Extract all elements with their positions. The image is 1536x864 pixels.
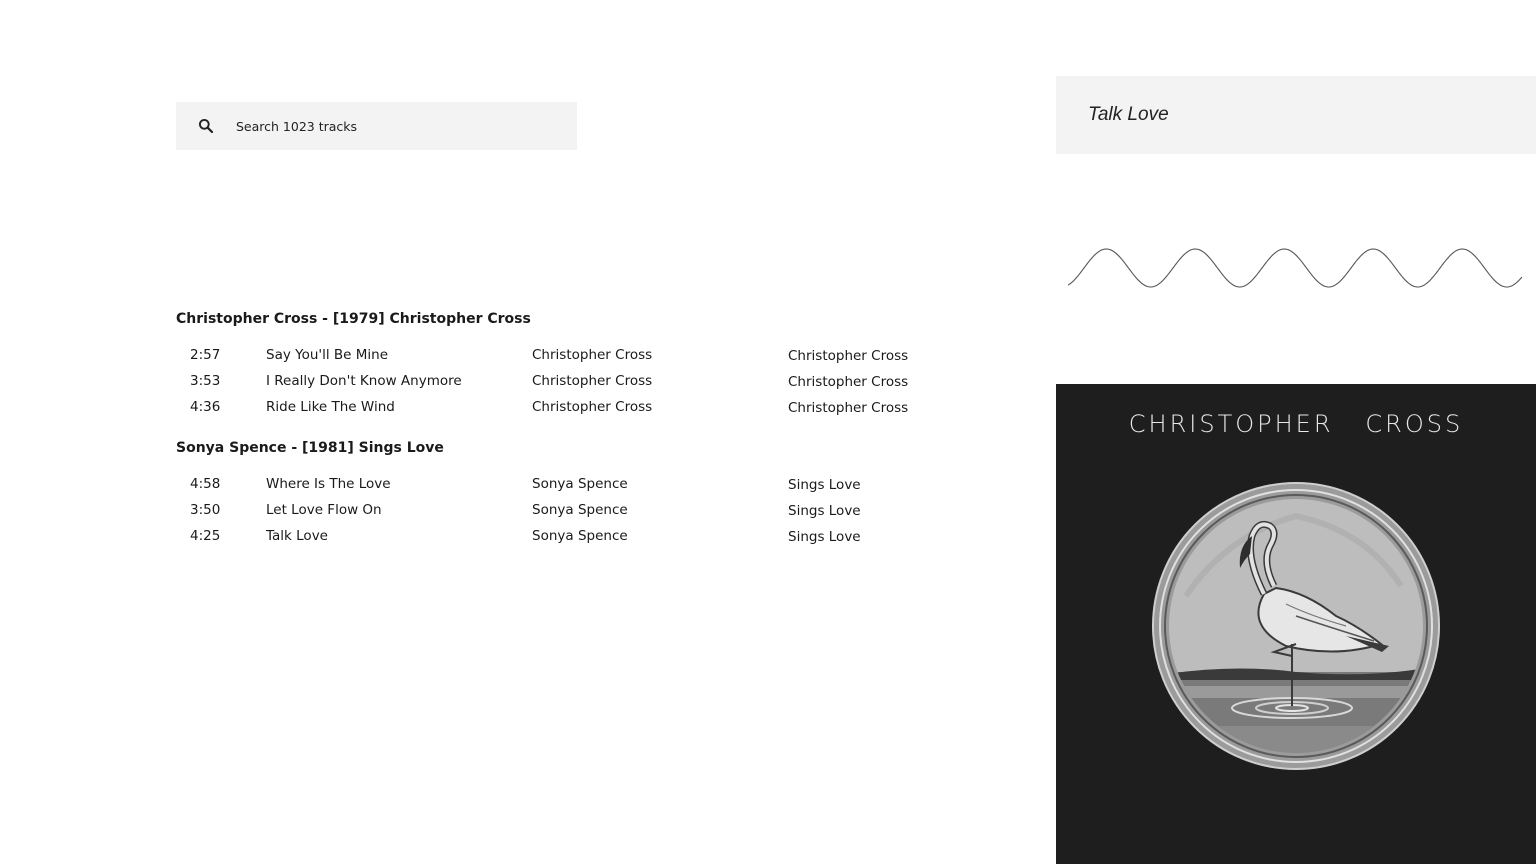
track-album: Sings Love	[788, 503, 861, 519]
track-title: Let Love Flow On	[266, 502, 382, 518]
album-group: Sonya Spence - [1981] Sings Love 4:58 Wh…	[176, 437, 996, 549]
track-title: Talk Love	[266, 528, 328, 544]
track-list: Christopher Cross - [1979] Christopher C…	[176, 308, 996, 566]
track-row[interactable]: 4:36 Ride Like The Wind Christopher Cros…	[176, 394, 996, 420]
track-artist: Sonya Spence	[532, 502, 628, 518]
track-artist: Sonya Spence	[532, 476, 628, 492]
track-duration: 4:25	[190, 528, 221, 544]
track-row[interactable]: 3:53 I Really Don't Know Anymore Christo…	[176, 368, 996, 394]
track-album: Christopher Cross	[788, 348, 909, 364]
waveform-line	[1068, 248, 1522, 288]
track-duration: 3:50	[190, 502, 221, 518]
track-album: Christopher Cross	[788, 374, 909, 390]
track-artist: Christopher Cross	[532, 347, 653, 363]
waveform[interactable]	[1068, 240, 1522, 296]
search-icon[interactable]	[176, 102, 236, 150]
search-input[interactable]	[236, 102, 577, 150]
music-player: Christopher Cross - [1979] Christopher C…	[0, 0, 1536, 864]
now-playing-title: Talk Love	[1088, 104, 1169, 125]
album-cover: CHRISTOPHER CROSS	[1056, 384, 1536, 864]
flamingo-artwork	[1152, 482, 1440, 770]
track-title: Ride Like The Wind	[266, 399, 395, 415]
now-playing-header: Talk Love	[1056, 76, 1536, 154]
track-duration: 3:53	[190, 373, 221, 389]
track-duration: 2:57	[190, 347, 221, 363]
track-row[interactable]: 2:57 Say You'll Be Mine Christopher Cros…	[176, 342, 996, 368]
track-row[interactable]: 3:50 Let Love Flow On Sonya Spence Sings…	[176, 497, 996, 523]
track-artist: Sonya Spence	[532, 528, 628, 544]
track-title: I Really Don't Know Anymore	[266, 373, 462, 389]
track-album: Sings Love	[788, 529, 861, 545]
track-album: Sings Love	[788, 477, 861, 493]
track-row[interactable]: 4:58 Where Is The Love Sonya Spence Sing…	[176, 471, 996, 497]
track-duration: 4:36	[190, 399, 221, 415]
track-duration: 4:58	[190, 476, 221, 492]
track-album: Christopher Cross	[788, 400, 909, 416]
track-row[interactable]: 4:25 Talk Love Sonya Spence Sings Love	[176, 523, 996, 549]
album-group: Christopher Cross - [1979] Christopher C…	[176, 308, 996, 420]
album-group-title: Sonya Spence - [1981] Sings Love	[176, 440, 444, 456]
cover-text: CHRISTOPHER CROSS	[1128, 410, 1464, 438]
track-title: Say You'll Be Mine	[266, 347, 389, 363]
track-artist: Christopher Cross	[532, 399, 653, 415]
track-title: Where Is The Love	[266, 476, 391, 492]
album-group-title: Christopher Cross - [1979] Christopher C…	[176, 311, 531, 327]
search-bar[interactable]	[176, 102, 577, 150]
track-artist: Christopher Cross	[532, 373, 653, 389]
